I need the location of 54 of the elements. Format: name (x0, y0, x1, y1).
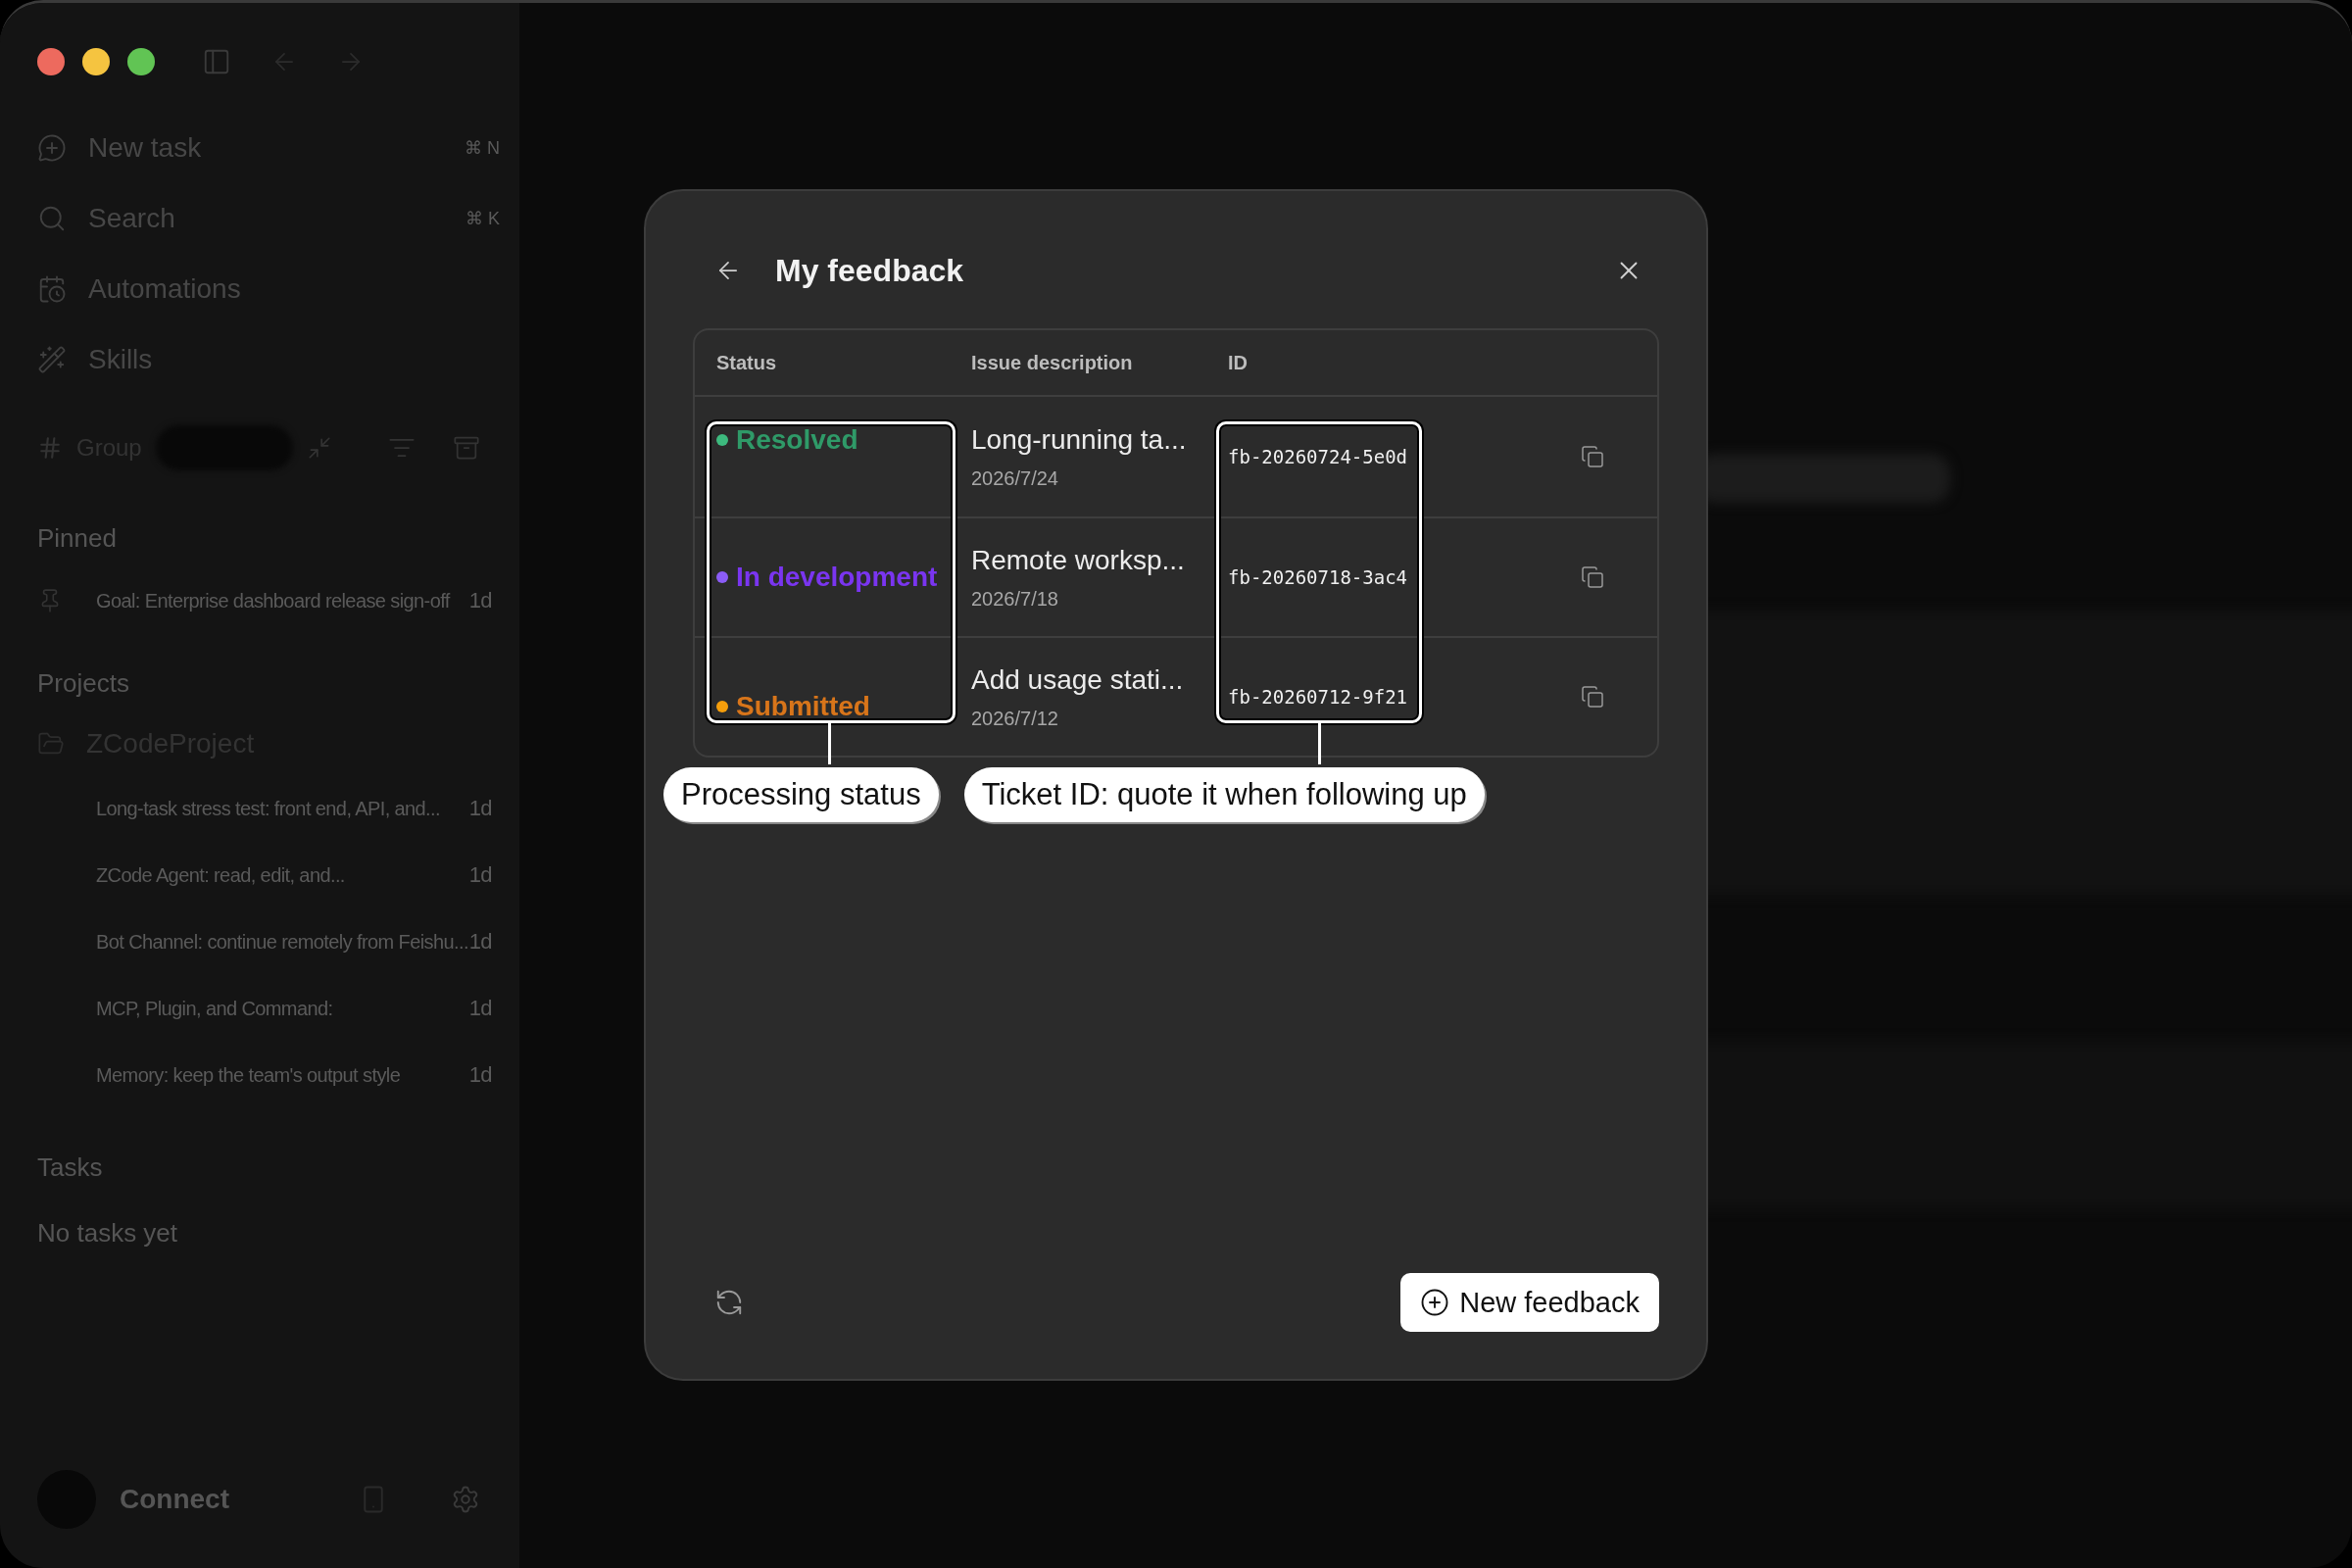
age-label: 1d (468, 796, 492, 821)
ticket-id: fb-20260718-3ac4 (1228, 566, 1409, 588)
project-item[interactable]: Long-task stress test: front end, API, and... (96, 797, 469, 820)
leader-line (1318, 723, 1321, 764)
project-item[interactable]: Memory: keep the team's output style (96, 1063, 469, 1087)
new-feedback-button[interactable]: New feedback (1400, 1273, 1659, 1332)
wand-icon (37, 345, 67, 374)
section-heading: Projects (37, 667, 130, 700)
search-icon (37, 204, 67, 233)
leader-line (828, 723, 831, 764)
minimize-window-icon[interactable] (82, 48, 110, 75)
age-label: 1d (468, 1062, 492, 1088)
shortcut-label: ⌘ N (465, 137, 500, 159)
pinned-item[interactable]: Goal: Enterprise dashboard release sign-off (96, 589, 469, 612)
dialog-title: My feedback (775, 252, 965, 289)
project-item[interactable]: ZCode Agent: read, edit, and... (96, 863, 469, 887)
issue-description: Long-running ta... (971, 423, 1188, 456)
age-label: 1d (468, 588, 492, 613)
connect-label[interactable]: Connect (120, 1484, 335, 1515)
ticket-id: fb-20260712-9f21 (1228, 686, 1409, 708)
issue-description: Add usage stati... (971, 663, 1185, 696)
age-label: 1d (468, 929, 492, 955)
shortcut-label: ⌘ K (466, 208, 500, 229)
section-heading: Pinned (37, 522, 118, 555)
column-header: ID (1228, 351, 1249, 374)
hash-icon (37, 435, 63, 461)
ticket-id: fb-20260724-5e0d (1228, 446, 1409, 467)
callout-label: Ticket ID: quote it when following up (963, 767, 1485, 822)
status-label: Resolved (736, 424, 858, 456)
issue-date: 2026/7/12 (971, 707, 1059, 730)
zoom-window-icon[interactable] (127, 48, 155, 75)
column-header: Status (716, 351, 778, 374)
age-label: 1d (468, 996, 492, 1021)
callout-label: Processing status (663, 767, 939, 822)
column-header: Issue description (971, 351, 1134, 374)
status-label: In development (736, 562, 938, 593)
issue-date: 2026/7/24 (971, 466, 1059, 490)
project-item[interactable]: MCP, Plugin, and Command: (96, 997, 469, 1020)
age-label: 1d (468, 862, 492, 888)
section-heading: Tasks (37, 1152, 104, 1184)
issue-description: Remote worksp... (971, 544, 1186, 576)
copy-icon (1581, 445, 1604, 468)
status-label: Submitted (736, 691, 870, 722)
new-chat-icon (37, 133, 67, 163)
copy-icon (1581, 685, 1604, 709)
close-window-icon[interactable] (37, 48, 65, 75)
plus-circle-icon (1420, 1288, 1450, 1317)
sidebar-toggle-icon[interactable] (202, 47, 231, 76)
copy-icon (1581, 565, 1604, 589)
calendar-clock-icon (37, 274, 67, 304)
issue-date: 2026/7/18 (971, 587, 1059, 611)
refresh-icon (714, 1288, 744, 1317)
empty-message: No tasks yet (37, 1218, 179, 1249)
project-item[interactable]: Bot Channel: continue remotely from Feishu... (96, 930, 469, 954)
